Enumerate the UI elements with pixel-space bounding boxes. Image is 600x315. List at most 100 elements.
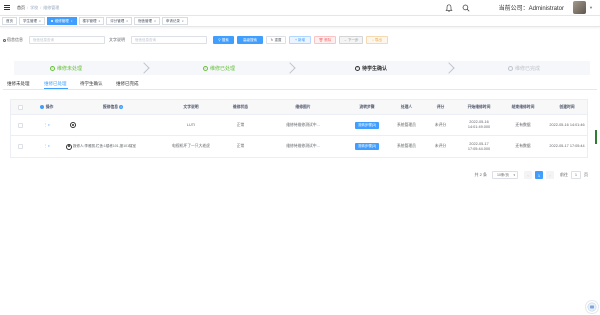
flow-steps-button[interactable]: 流转步骤(3)	[354, 143, 380, 150]
created-time-cell: 2022-05-16 14:01:46	[549, 122, 585, 127]
tag-repair[interactable]: 维修管理 ×	[46, 17, 77, 25]
caret-down-icon[interactable]: ▼	[589, 5, 593, 10]
plus-icon: +	[294, 38, 298, 42]
column-header: 维修图片	[295, 104, 311, 109]
chevron-right-icon	[138, 62, 150, 74]
user-icon	[70, 122, 76, 128]
column-header: 开始维修时间	[467, 104, 491, 109]
tag-buildings[interactable]: 楼宇管理 ×	[78, 17, 105, 25]
chevron-down-icon: ▾	[48, 144, 50, 148]
column-header: 操作	[29, 100, 64, 114]
status-cell: 正常	[236, 122, 245, 127]
table-header: 操作 报修信息 i 文字说明 维修状态 维修图片 流转步骤 处理人 评分 开始维修…	[11, 100, 587, 115]
breadcrumb-separator: /	[27, 5, 29, 10]
avatar[interactable]	[573, 1, 587, 14]
user-icon	[66, 143, 72, 150]
active-dot-icon	[50, 20, 53, 22]
advanced-search-button[interactable]: 高级搜索	[237, 36, 263, 44]
created-time-cell: 2022-05-17 17:05:44	[549, 144, 585, 148]
close-icon[interactable]: ×	[154, 18, 156, 24]
close-icon[interactable]: ×	[39, 18, 41, 24]
breadcrumb-school[interactable]: 学校	[30, 5, 38, 11]
check-icon: ✓	[203, 65, 208, 71]
desc-input[interactable]: 宿舍信息查询	[131, 36, 207, 44]
row-checkbox[interactable]	[17, 144, 23, 149]
side-scroll-indicator[interactable]	[595, 130, 597, 144]
chevron-down-icon: ▾	[48, 122, 50, 127]
search-icon[interactable]	[462, 4, 470, 12]
row-checkbox[interactable]	[17, 122, 23, 128]
settings-icon[interactable]	[39, 105, 44, 109]
start-time-cell: 2022-05-16 14:01:49.000	[467, 120, 491, 129]
delete-button[interactable]: 🗑 删除	[314, 36, 336, 44]
select-all-checkbox[interactable]	[17, 104, 23, 110]
desc-cell: 电视机坏了一只大老虎	[172, 144, 210, 148]
total-count: 共 2 条	[474, 172, 487, 177]
export-button[interactable]: ↓ 导出	[366, 36, 388, 44]
assistant-icon	[587, 302, 597, 312]
prev-page-button[interactable]: ‹	[524, 171, 532, 179]
tag-students[interactable]: 学生管理 ×	[19, 17, 45, 25]
next-step-button[interactable]: → 下一步	[339, 36, 363, 44]
row-select-cell	[11, 115, 29, 135]
tag-home[interactable]: 首页	[2, 17, 17, 25]
row-action-menu[interactable]: ⋮ ▾	[29, 115, 64, 135]
desc-label: 文字说明	[109, 37, 125, 42]
reset-button[interactable]: ↻ 重置	[266, 36, 286, 44]
page-size-select[interactable]: 10条/页 ▾	[492, 171, 518, 179]
row-action-menu[interactable]: ⋮ ▾	[29, 136, 64, 157]
step-finished[interactable]: 维修已完成	[508, 61, 540, 75]
status-tabs: 维修未处理 维修已处理 待学生确认 维修已完成	[3, 78, 597, 90]
breadcrumb-home[interactable]: 首页	[17, 5, 25, 11]
step-unprocessed[interactable]: ✓ 维修未处理	[50, 61, 82, 75]
flow-steps-button[interactable]: 流转步骤(3)	[354, 121, 380, 129]
hamburger-icon[interactable]	[4, 5, 10, 10]
tab-confirm[interactable]: 待学生确认	[80, 81, 103, 87]
image-cell: 维修待维修测试中...	[286, 122, 320, 127]
refresh-icon: ↻	[270, 38, 274, 42]
tag-dorms[interactable]: 宿舍管理 ×	[134, 17, 160, 25]
add-button[interactable]: + 新增	[289, 36, 311, 44]
close-icon[interactable]: ×	[126, 18, 128, 24]
column-header: 创建时间	[559, 104, 575, 109]
tag-applications[interactable]: 申请记录 ×	[161, 17, 188, 25]
tags-view: 首页 学生管理 × 维修管理 × 楼宇管理 × 评分管理 × 宿舍管理 × 申请记录 ×	[0, 15, 600, 27]
step-processed[interactable]: ✓ 维修已处理	[203, 61, 235, 75]
next-page-button[interactable]: ›	[546, 171, 554, 179]
tab-unprocessed[interactable]: 维修未处理	[7, 81, 30, 87]
search-button[interactable]: ⚲ 搜索	[213, 36, 234, 44]
pagination: 共 2 条 10条/页 ▾ ‹ 1 › 前往 1 页	[475, 171, 588, 179]
table-row[interactable]: ⋮ ▾ LUTI 正常 维修待维修测试中... 流转步骤(3) 系统管理员 未评分…	[11, 115, 587, 136]
breadcrumb-current: 维修管理	[43, 4, 60, 10]
radio-icon[interactable]	[3, 38, 6, 42]
close-icon[interactable]: ×	[71, 18, 73, 24]
handler-cell: 系统管理员	[397, 144, 416, 148]
breadcrumb: 首页 / 学校 / 维修管理	[17, 5, 59, 11]
goto-label: 前往	[560, 172, 568, 177]
goto-page-input[interactable]: 1	[571, 171, 581, 179]
dorm-input[interactable]: 宿舍信息查询	[29, 36, 105, 44]
step-confirm[interactable]: ◔ 待学生确认	[355, 61, 387, 75]
page-number[interactable]: 1	[535, 171, 543, 179]
tab-finished[interactable]: 维修已完成	[116, 81, 139, 87]
page-suffix: 页	[584, 172, 588, 177]
chevron-right-icon	[443, 62, 455, 74]
column-header: 处理人	[400, 104, 413, 109]
tag-scores[interactable]: 评分管理 ×	[106, 17, 133, 25]
filter-bar: 宿舍信息 宿舍信息查询 文字说明 宿舍信息查询 ⚲ 搜索 高级搜索 ↻ 重置 + 新增…	[3, 36, 388, 44]
info-icon[interactable]: i	[119, 105, 124, 109]
bell-icon[interactable]	[445, 3, 453, 12]
circle-icon	[508, 65, 513, 71]
floating-assistant-button[interactable]	[585, 300, 599, 314]
tab-processed[interactable]: 维修已处理	[44, 81, 67, 87]
dorm-label: 宿舍信息	[7, 37, 23, 42]
end-time-cell: 还有数据	[515, 144, 531, 148]
process-steps: ✓ 维修未处理 ✓ 维修已处理 ◔ 待学生确认 维修已完成	[14, 61, 590, 75]
close-icon[interactable]: ×	[99, 18, 101, 24]
clock-icon: ◔	[355, 65, 360, 71]
score-cell: 未评分	[434, 144, 447, 148]
close-icon[interactable]: ×	[182, 18, 184, 24]
active-tab-indicator	[44, 88, 68, 89]
end-time-cell: 还有数据	[515, 122, 531, 127]
table-row[interactable]: ⋮ ▾ 报修人:李雅丽,栏舍:1楼栋101,报101寝室 电视机坏了一只大老虎 正…	[11, 136, 587, 157]
